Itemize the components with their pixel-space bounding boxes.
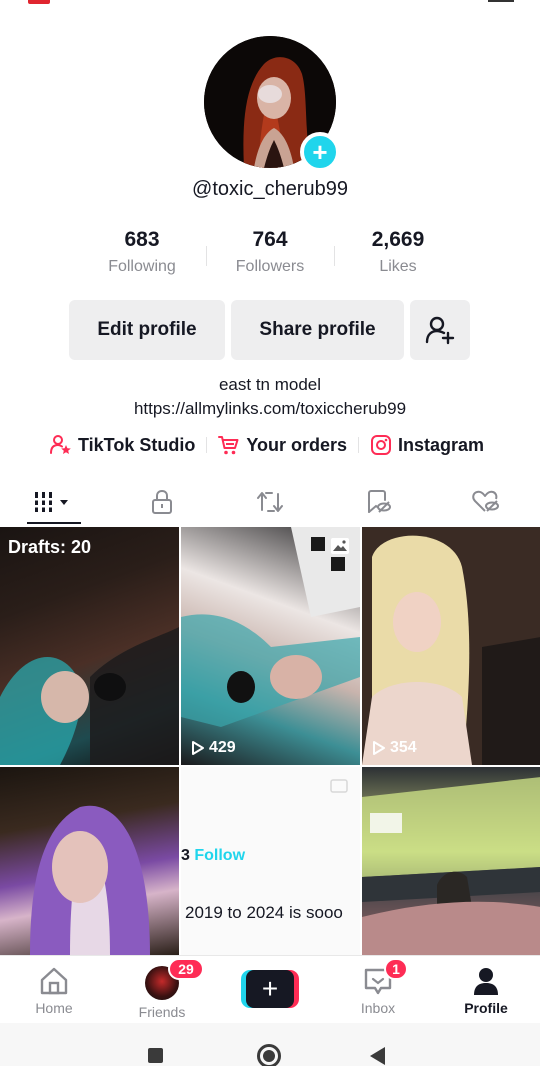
your-orders-link[interactable]: Your orders <box>218 434 347 456</box>
home-button-icon[interactable] <box>257 1044 281 1066</box>
stat-followers[interactable]: 764 Followers <box>206 228 334 284</box>
link-label: Instagram <box>398 434 485 455</box>
stat-value: 683 <box>124 228 160 251</box>
home-icon <box>40 967 68 995</box>
add-friends-button[interactable] <box>410 300 470 360</box>
video-thumbnail <box>362 777 540 955</box>
tiktok-studio-link[interactable]: TikTok Studio <box>50 434 195 456</box>
add-story-button[interactable]: + <box>300 132 340 172</box>
play-icon <box>373 741 385 755</box>
grid-icon <box>34 492 68 512</box>
top-bar <box>0 0 540 10</box>
drafts-label: Drafts: 20 <box>8 537 92 557</box>
photo-icon <box>331 538 349 554</box>
video-thumbnail <box>362 527 540 765</box>
video-tile[interactable]: 429 <box>181 527 360 765</box>
tab-videos[interactable] <box>0 478 108 526</box>
stat-likes[interactable]: 2,669 Likes <box>334 228 462 284</box>
instagram-link[interactable]: Instagram <box>370 434 484 456</box>
bio: east tn model https://allmylinks.com/tox… <box>0 373 540 421</box>
profile-stats: 683 Following 764 Followers 2,669 Likes <box>78 228 462 284</box>
back-icon[interactable] <box>370 1047 385 1065</box>
tab-private[interactable] <box>108 478 216 526</box>
share-profile-button[interactable]: Share profile <box>231 300 404 360</box>
stat-following[interactable]: 683 Following <box>78 228 206 284</box>
view-count: 354 <box>372 739 417 757</box>
nav-inbox[interactable]: Inbox 1 <box>324 956 432 1023</box>
menu-icon[interactable] <box>488 0 514 2</box>
profile-avatar-container[interactable]: + <box>204 36 340 172</box>
video-tile[interactable] <box>362 767 540 955</box>
repost-icon <box>257 492 283 512</box>
nav-profile[interactable]: Profile <box>432 956 540 1023</box>
recent-apps-icon[interactable] <box>148 1048 163 1063</box>
profile-actions: Edit profile Share profile <box>69 300 470 360</box>
bottom-nav: Home Friends 29 + Inbox 1 Profile <box>0 955 540 1023</box>
nav-label: Inbox <box>360 1000 396 1016</box>
content-tabs <box>0 478 540 526</box>
video-tile[interactable] <box>0 767 179 955</box>
plus-icon: + <box>246 970 294 1008</box>
system-nav-bar <box>0 1023 540 1066</box>
lock-icon <box>152 489 172 514</box>
cart-icon <box>218 436 239 455</box>
follow-label: Follow <box>194 847 246 864</box>
bio-link[interactable]: https://allmylinks.com/toxiccherub99 <box>0 397 540 421</box>
profile-links: TikTok Studio Your orders Instagram <box>50 432 484 458</box>
follow-prefix: 3 <box>181 847 190 864</box>
edit-profile-button[interactable]: Edit profile <box>69 300 225 360</box>
link-label: Your orders <box>246 434 348 455</box>
bio-text: east tn model <box>218 375 322 394</box>
nav-home[interactable]: Home <box>0 956 108 1023</box>
video-thumbnail <box>30 805 150 955</box>
link-divider <box>358 437 360 453</box>
play-icon <box>192 741 204 755</box>
add-friend-icon <box>425 316 455 345</box>
video-grid: Drafts: 20 429 354 3 Follow 2019 to 2024… <box>0 527 540 955</box>
instagram-icon <box>371 435 392 455</box>
username: @toxic_cherub99 <box>192 178 348 200</box>
tab-reposts[interactable] <box>216 478 324 526</box>
tab-favorites[interactable] <box>324 478 432 526</box>
nav-friends[interactable]: Friends 29 <box>108 956 216 1023</box>
video-tile[interactable]: 354 <box>362 527 540 765</box>
nav-create[interactable]: + <box>216 956 324 1023</box>
view-count-value: 429 <box>209 739 236 756</box>
tab-liked[interactable] <box>432 478 540 526</box>
profile-icon <box>474 968 498 995</box>
video-caption: 2019 to 2024 is sooo <box>185 903 343 922</box>
stat-label: Following <box>108 258 176 275</box>
stat-label: Likes <box>379 258 417 275</box>
video-tile[interactable]: 3 Follow 2019 to 2024 is sooo <box>181 767 360 955</box>
app-logo-icon <box>28 0 50 4</box>
inbox-badge: 1 <box>384 958 408 980</box>
nav-label: Profile <box>464 1000 508 1016</box>
create-button[interactable]: + <box>241 970 299 1008</box>
studio-icon <box>50 435 71 454</box>
stat-label: Followers <box>235 258 305 275</box>
plus-icon: + <box>312 137 328 167</box>
video-thumbnail <box>181 527 360 727</box>
link-label: TikTok Studio <box>78 434 196 455</box>
nav-label: Friends <box>138 1004 186 1020</box>
view-count-value: 354 <box>390 739 417 756</box>
stat-divider <box>334 246 335 266</box>
saved-icon <box>368 490 391 513</box>
video-thumbnail <box>0 627 179 765</box>
nav-label: Home <box>35 1000 73 1016</box>
stat-value: 764 <box>252 228 288 251</box>
stat-divider <box>206 246 207 266</box>
view-count: 429 <box>191 739 236 757</box>
photo-icon <box>330 779 348 793</box>
drafts-tile[interactable]: Drafts: 20 <box>0 527 179 765</box>
friends-badge: 29 <box>168 958 204 980</box>
stat-value: 2,669 <box>371 228 425 251</box>
follow-caption: 3 Follow <box>181 847 245 865</box>
liked-icon <box>472 490 499 512</box>
link-divider <box>206 437 208 453</box>
